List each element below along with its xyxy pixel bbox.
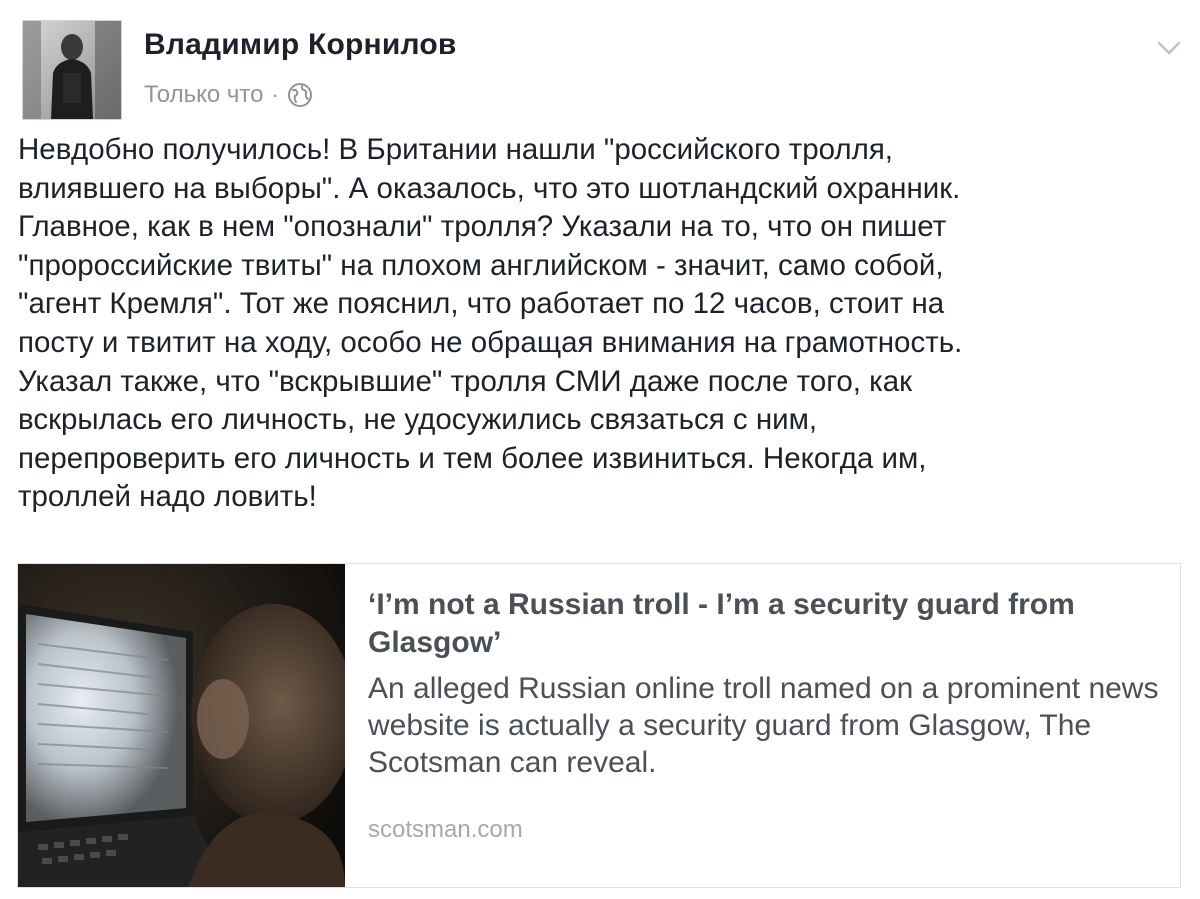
avatar[interactable] <box>22 20 122 120</box>
post-header: Владимир Корнилов Только что · <box>22 20 1182 120</box>
link-domain: scotsman.com <box>368 816 523 843</box>
link-card-text: ‘I’m not a Russian troll - I’m a securit… <box>368 586 1168 781</box>
meta-separator: · <box>271 82 279 107</box>
author-name[interactable]: Владимир Корнилов <box>144 28 457 62</box>
post-timestamp[interactable]: Только что <box>144 81 263 109</box>
link-thumbnail <box>18 564 345 887</box>
avatar-photo <box>23 21 121 119</box>
chevron-down-icon[interactable] <box>1156 38 1182 58</box>
post-meta: Только что · <box>144 78 313 112</box>
post-message: Невдобно получилось! В Британии нашли "р… <box>18 133 963 514</box>
globe-icon[interactable] <box>287 82 313 108</box>
link-preview-card[interactable]: ‘I’m not a Russian troll - I’m a securit… <box>17 563 1181 888</box>
post: Владимир Корнилов Только что · Невдобно … <box>0 0 1200 899</box>
link-title[interactable]: ‘I’m not a Russian troll - I’m a securit… <box>368 586 1168 662</box>
link-description: An alleged Russian online troll named on… <box>368 672 1159 779</box>
